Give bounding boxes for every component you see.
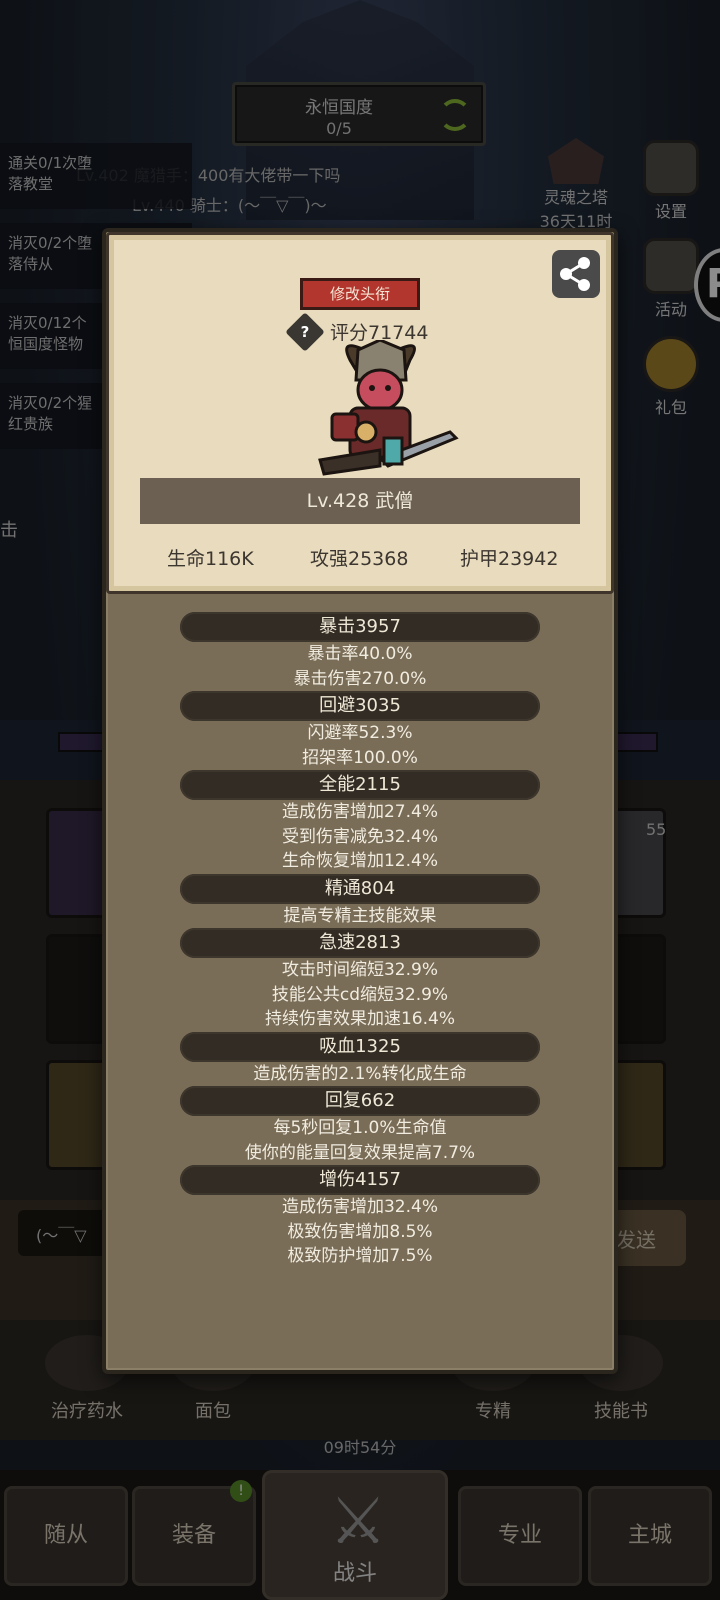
attribute-detail: 生命恢复增加12.4% [281,851,438,871]
attribute-group: 回避3035 闪避率52.3% 招架率100.0% [102,691,618,770]
attribute-group: 回复662 每5秒回复1.0%生命值 使你的能量回复效果提高7.7% [102,1086,618,1165]
attribute-group: 吸血1325 造成伤害的2.1%转化成生命 [102,1031,618,1087]
change-title-button[interactable]: 修改头衔 [300,278,420,310]
attribute-detail: 受到伤害减免32.4% [281,826,438,847]
attribute-detail: 造成伤害增加27.4% [281,802,438,822]
stat-attack: 攻强25368 [310,548,409,570]
attribute-header: 增伤4157 [180,1165,540,1195]
attribute-detail: 闪避率52.3% [307,723,413,743]
attribute-header: 吸血1325 [180,1031,540,1062]
attribute-detail: 技能公共cd缩短32.9% [271,984,449,1005]
attribute-detail: 极致防护增加7.5% [287,1246,433,1266]
attribute-header: 回复662 [180,1086,540,1116]
attribute-detail: 攻击时间缩短32.9% [281,960,438,980]
attribute-group: 全能2115 造成伤害增加27.4% 受到伤害减免32.4% 生命恢复增加12.… [102,770,618,874]
attribute-group: 增伤4157 造成伤害增加32.4% 极致伤害增加8.5% 极致防护增加7.5% [102,1165,618,1269]
attribute-group: 暴击3957 暴击率40.0% 暴击伤害270.0% [102,612,618,691]
stat-armor: 护甲23942 [460,548,559,570]
attribute-detail: 造成伤害的2.1%转化成生命 [253,1063,467,1084]
attribute-detail: 暴击率40.0% [307,644,413,664]
attribute-detail: 每5秒回复1.0%生命值 [273,1118,447,1138]
attribute-header: 急速2813 [180,928,540,958]
attribute-list: 暴击3957 暴击率40.0% 暴击伤害270.0% 回避3035 闪避率52.… [102,612,618,1269]
attribute-group: 急速2813 攻击时间缩短32.9% 技能公共cd缩短32.9% 持续伤害效果加… [102,928,618,1032]
character-name-level: Lv.428 武僧 [140,478,580,524]
stat-hp: 生命116K [167,548,254,570]
attribute-header: 回避3035 [180,691,540,721]
hero-portrait [318,340,459,476]
attribute-detail: 提高专精主技能效果 [283,905,437,926]
attribute-detail: 极致伤害增加8.5% [287,1221,433,1242]
attribute-detail: 持续伤害效果加速16.4% [264,1009,455,1029]
attribute-detail: 使你的能量回复效果提高7.7% [244,1142,476,1163]
attribute-group: 精通804 提高专精主技能效果 [102,873,618,929]
attribute-detail: 造成伤害增加32.4% [281,1197,438,1217]
attribute-header: 全能2115 [180,770,540,800]
attribute-header: 暴击3957 [180,612,540,642]
attribute-detail: 暴击伤害270.0% [293,668,427,689]
share-button[interactable] [552,250,600,298]
attribute-detail: 招架率100.0% [302,747,418,768]
attribute-header: 精通804 [180,873,540,904]
share-icon [560,257,590,291]
